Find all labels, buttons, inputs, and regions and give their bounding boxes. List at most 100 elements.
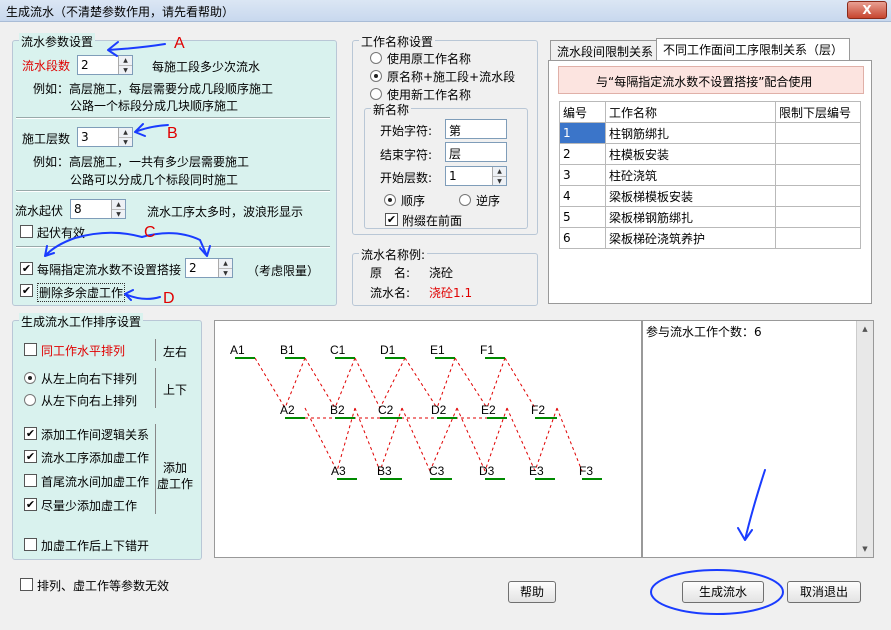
invalid-params-checkbox[interactable] [20,578,33,591]
invalid-params-label: 排列、虚工作等参数无效 [37,579,170,593]
end-char-input[interactable]: 层 [445,142,507,162]
start-char-input[interactable]: 第 [445,119,507,139]
offset-checkbox[interactable] [24,538,37,551]
start-layer-spinner[interactable]: 1 ▲ ▼ [445,166,507,186]
row-no: 6 [559,227,606,249]
work-bars [235,357,602,480]
end-char-label: 结束字符: [380,148,433,162]
row-no: 1 [559,122,606,144]
segment-example-2: 公路一个标段分成几块顺序施工 [70,99,239,113]
add-logic-label: 添加工作间逻辑关系 [41,428,150,442]
skip-overlap-spinner[interactable]: 2 ▲ ▼ [185,258,233,278]
skip-overlap-checkbox[interactable]: ✔ [20,262,33,275]
top-left-to-bottom-right-radio[interactable] [24,372,36,384]
divider [155,424,156,514]
order-desc-radio[interactable] [459,194,471,206]
min-dummy-checkbox[interactable]: ✔ [24,498,37,511]
layer-count-spinner[interactable]: 3 ▲ ▼ [77,127,133,147]
table-row[interactable]: 6 梁板梯砼浇筑养护 [559,227,861,249]
scroll-down-icon[interactable]: ▼ [857,541,873,557]
head-tail-checkbox[interactable] [24,474,37,487]
node-label: E2 [481,403,496,417]
bottom-left-to-top-right-radio[interactable] [24,394,36,406]
row-limit[interactable] [775,206,861,228]
spin-up-icon[interactable]: ▲ [119,128,132,137]
up-down-label: 上下 [163,383,188,397]
node-label: F3 [579,464,593,478]
wave-spinner[interactable]: 8 ▲ ▼ [70,199,126,219]
table-row[interactable]: 5 梁板梯钢筋绑扎 [559,206,861,228]
generate-flow-button[interactable]: 生成流水 [682,581,764,603]
tab-segment-limit[interactable]: 流水段间限制关系 [550,40,661,60]
limit-note: 与“每隔指定流水数不设置搭接”配合使用 [596,75,813,89]
dummy-link [304,357,336,409]
info-scrollbar[interactable]: ▲ ▼ [856,321,873,557]
divider [16,190,330,192]
spin-down-icon[interactable]: ▼ [119,65,132,74]
header-work-name[interactable]: 工作名称 [605,101,776,123]
use-new-name-radio[interactable] [370,88,382,100]
row-limit[interactable] [775,227,861,249]
help-button[interactable]: 帮助 [508,581,556,603]
start-layer-value: 1 [449,169,457,183]
row-no: 4 [559,185,606,207]
same-row-checkbox[interactable] [24,343,37,356]
row-limit[interactable] [775,164,861,186]
dummy-link [379,357,406,409]
table-row[interactable]: 3 柱砼浇筑 [559,164,861,186]
row-no: 3 [559,164,606,186]
spin-up-icon[interactable]: ▲ [119,56,132,65]
order-asc-label: 顺序 [401,194,426,208]
work-name-legend: 工作名称设置 [359,33,436,50]
row-no: 2 [559,143,606,165]
scroll-up-icon[interactable]: ▲ [857,321,873,337]
divider [16,117,330,119]
row-limit[interactable] [775,122,861,144]
spin-down-icon[interactable]: ▼ [112,209,125,218]
segment-count-spinner[interactable]: 2 ▲ ▼ [77,55,133,75]
wave-enabled-checkbox[interactable] [20,225,33,238]
dummy-link [334,357,356,409]
header-no[interactable]: 编号 [559,101,606,123]
table-row[interactable]: 1 柱钢筋绑扎 [559,122,861,144]
dummy-link [456,407,486,472]
tab-layer-limit[interactable]: 不同工作面间工序限制关系（层） [656,38,851,60]
dummy-link [304,407,338,472]
cancel-exit-button[interactable]: 取消退出 [787,581,861,603]
add-dummy-label: 流水工序添加虚工作 [41,451,150,465]
skip-overlap-note: （考虑限量） [247,264,320,278]
table-row[interactable]: 4 梁板梯模板安装 [559,185,861,207]
node-label: C2 [378,403,394,417]
close-button[interactable]: X [847,1,887,19]
row-limit[interactable] [775,143,861,165]
dummy-link [556,407,583,472]
node-label: D2 [431,403,447,417]
node-label: F2 [531,403,545,417]
spin-up-icon[interactable]: ▲ [493,167,506,176]
spin-up-icon[interactable]: ▲ [219,259,232,268]
dummy-link [404,357,438,409]
dummy-link [254,357,286,409]
wave-enabled-label: 起伏有效 [37,226,86,240]
title-bar: 生成流水（不清楚参数作用，请先看帮助） X [0,0,891,22]
spin-down-icon[interactable]: ▼ [119,137,132,146]
dummy-link [284,357,306,409]
offset-label: 加虚工作后上下错开 [41,539,150,553]
spin-up-icon[interactable]: ▲ [112,200,125,209]
dummy-link [506,407,536,472]
use-original-name-label: 使用原工作名称 [387,52,472,66]
attach-front-checkbox[interactable]: ✔ [385,213,398,226]
table-row[interactable]: 2 柱模板安装 [559,143,861,165]
node-label: F1 [480,343,494,357]
spin-down-icon[interactable]: ▼ [493,176,506,185]
order-asc-radio[interactable] [384,194,396,206]
add-logic-checkbox[interactable]: ✔ [24,427,37,440]
row-limit[interactable] [775,185,861,207]
name-segment-flow-radio[interactable] [370,70,382,82]
header-limit-lower[interactable]: 限制下层编号 [775,101,861,123]
add-dummy-checkbox[interactable]: ✔ [24,450,37,463]
spin-down-icon[interactable]: ▼ [219,268,232,277]
skip-overlap-value: 2 [189,261,197,275]
delete-dummy-checkbox[interactable]: ✔ [20,284,33,297]
use-original-name-radio[interactable] [370,52,382,64]
